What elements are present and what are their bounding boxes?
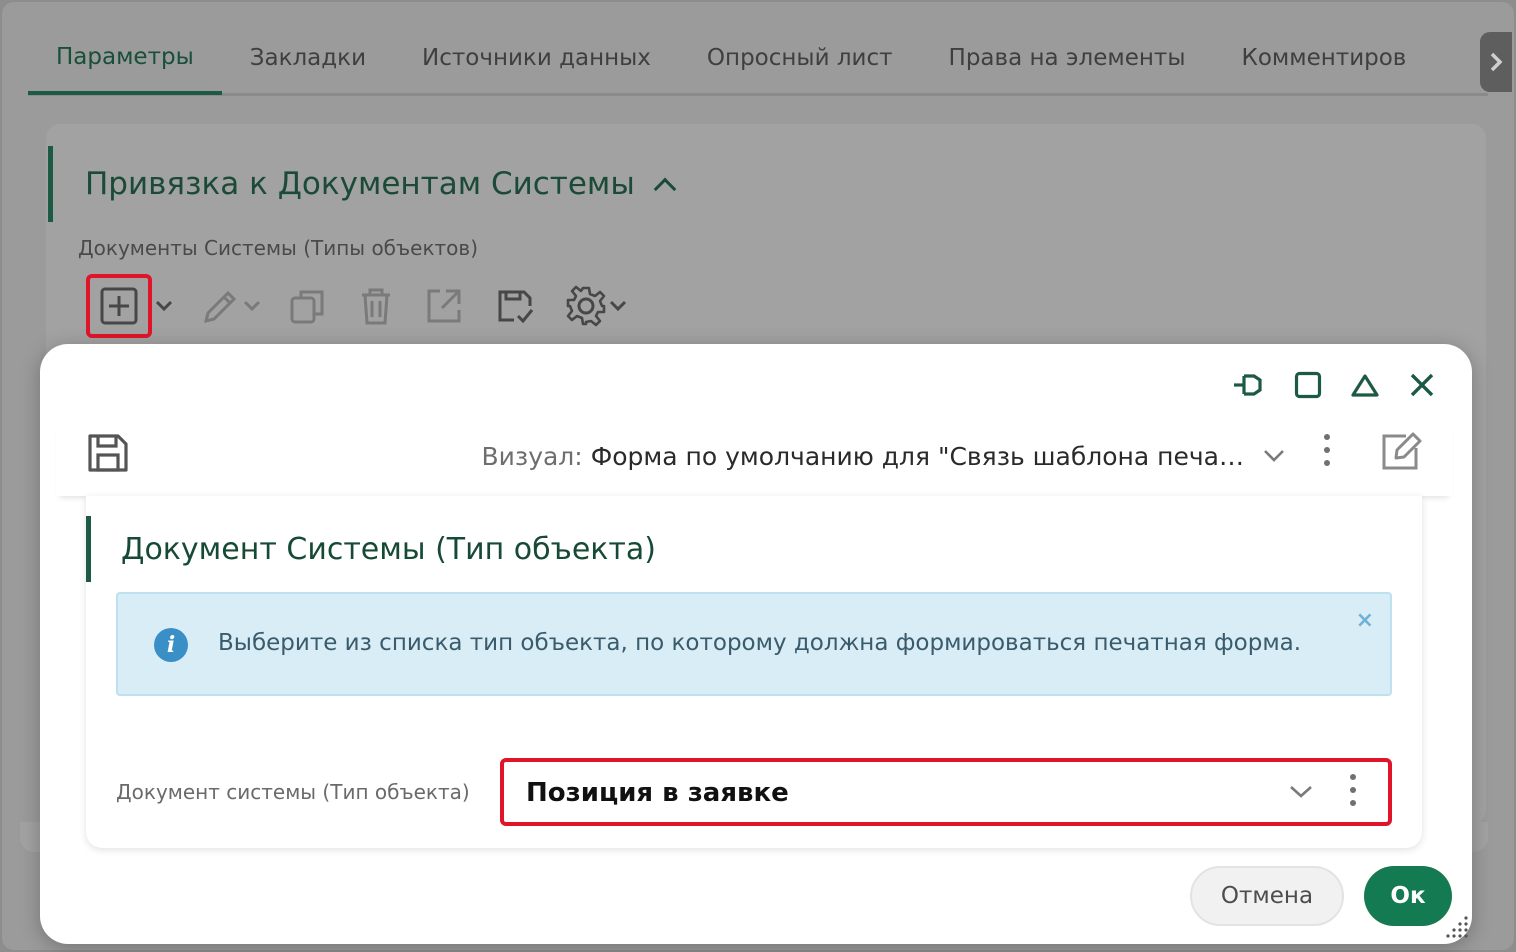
chevron-right-icon xyxy=(1490,52,1503,72)
tab-questionnaire[interactable]: Опросный лист xyxy=(679,22,921,93)
save-check-icon xyxy=(498,290,534,324)
info-alert: i Выберите из списка тип объекта, по кот… xyxy=(116,592,1392,696)
chevron-down-icon[interactable] xyxy=(1262,448,1286,464)
copy-button[interactable] xyxy=(288,286,328,326)
add-button-highlight xyxy=(86,274,152,338)
document-type-select[interactable]: Позиция в заявке xyxy=(500,758,1392,826)
edit-form-icon[interactable] xyxy=(1380,430,1424,472)
open-external-icon xyxy=(427,289,461,323)
field-more-icon[interactable] xyxy=(1350,774,1356,806)
visual-more-icon[interactable] xyxy=(1324,434,1330,466)
open-external-button[interactable] xyxy=(424,286,464,326)
card-header: Документ Системы (Тип объекта) xyxy=(86,516,656,582)
tab-bookmarks[interactable]: Закладки xyxy=(222,22,394,93)
delete-button[interactable] xyxy=(356,285,396,327)
settings-icon xyxy=(566,285,606,327)
tab-data-sources[interactable]: Источники данных xyxy=(394,22,679,93)
add-button[interactable] xyxy=(86,274,174,338)
close-icon[interactable] xyxy=(1408,371,1436,399)
edit-button[interactable] xyxy=(200,285,262,327)
modal-dialog: Визуал: Форма по умолчанию для "Связь ша… xyxy=(40,344,1472,944)
field-label: Документ системы (Тип объекта) xyxy=(116,780,470,804)
tab-comments[interactable]: Комментиров xyxy=(1214,22,1435,93)
tab-bar: Параметры Закладки Источники данных Опро… xyxy=(28,22,1488,96)
document-form-card: Документ Системы (Тип объекта) i Выберит… xyxy=(86,496,1422,848)
field-value: Позиция в заявке xyxy=(526,778,789,808)
maximize-icon[interactable] xyxy=(1294,371,1322,399)
trash-icon xyxy=(362,288,390,325)
info-text: Выберите из списка тип объекта, по котор… xyxy=(218,630,1302,656)
tabs-scroll-right-button[interactable] xyxy=(1480,32,1512,92)
resize-grip-icon[interactable] xyxy=(1440,912,1470,942)
save-icon[interactable] xyxy=(86,432,130,474)
pencil-icon xyxy=(203,290,237,324)
ok-button[interactable]: Ок xyxy=(1364,866,1452,926)
pin-icon[interactable] xyxy=(1232,370,1266,400)
section-subtitle: Документы Системы (Типы объектов) xyxy=(78,236,478,260)
chevron-down-icon[interactable] xyxy=(242,299,262,313)
visual-value: Форма по умолчанию для "Связь шаблона пе… xyxy=(590,441,1244,471)
chevron-down-icon[interactable] xyxy=(1288,784,1314,800)
cancel-button[interactable]: Отмена xyxy=(1190,866,1344,926)
add-icon xyxy=(100,287,138,325)
card-title: Документ Системы (Тип объекта) xyxy=(121,531,656,567)
collapse-icon[interactable] xyxy=(1350,371,1380,399)
section-title: Привязка к Документам Системы xyxy=(85,166,635,202)
info-icon: i xyxy=(154,628,188,662)
visual-label: Визуал: xyxy=(481,441,583,471)
modal-toolbar: Визуал: Форма по умолчанию для "Связь ша… xyxy=(56,422,1452,496)
visual-selector[interactable]: Визуал: Форма по умолчанию для "Связь ша… xyxy=(482,436,1287,476)
copy-icon xyxy=(290,290,324,324)
section-header[interactable]: Привязка к Документам Системы xyxy=(48,146,677,222)
tab-element-rights[interactable]: Права на элементы xyxy=(921,22,1214,93)
tab-parameters[interactable]: Параметры xyxy=(28,24,222,95)
close-icon[interactable]: × xyxy=(1356,608,1374,633)
chevron-up-icon[interactable] xyxy=(653,177,677,201)
chevron-down-icon[interactable] xyxy=(154,299,174,313)
chevron-down-icon[interactable] xyxy=(608,299,628,313)
save-check-button[interactable] xyxy=(494,286,536,326)
window-controls xyxy=(1232,370,1436,400)
section-toolbar xyxy=(86,274,628,338)
settings-button[interactable] xyxy=(564,284,628,328)
